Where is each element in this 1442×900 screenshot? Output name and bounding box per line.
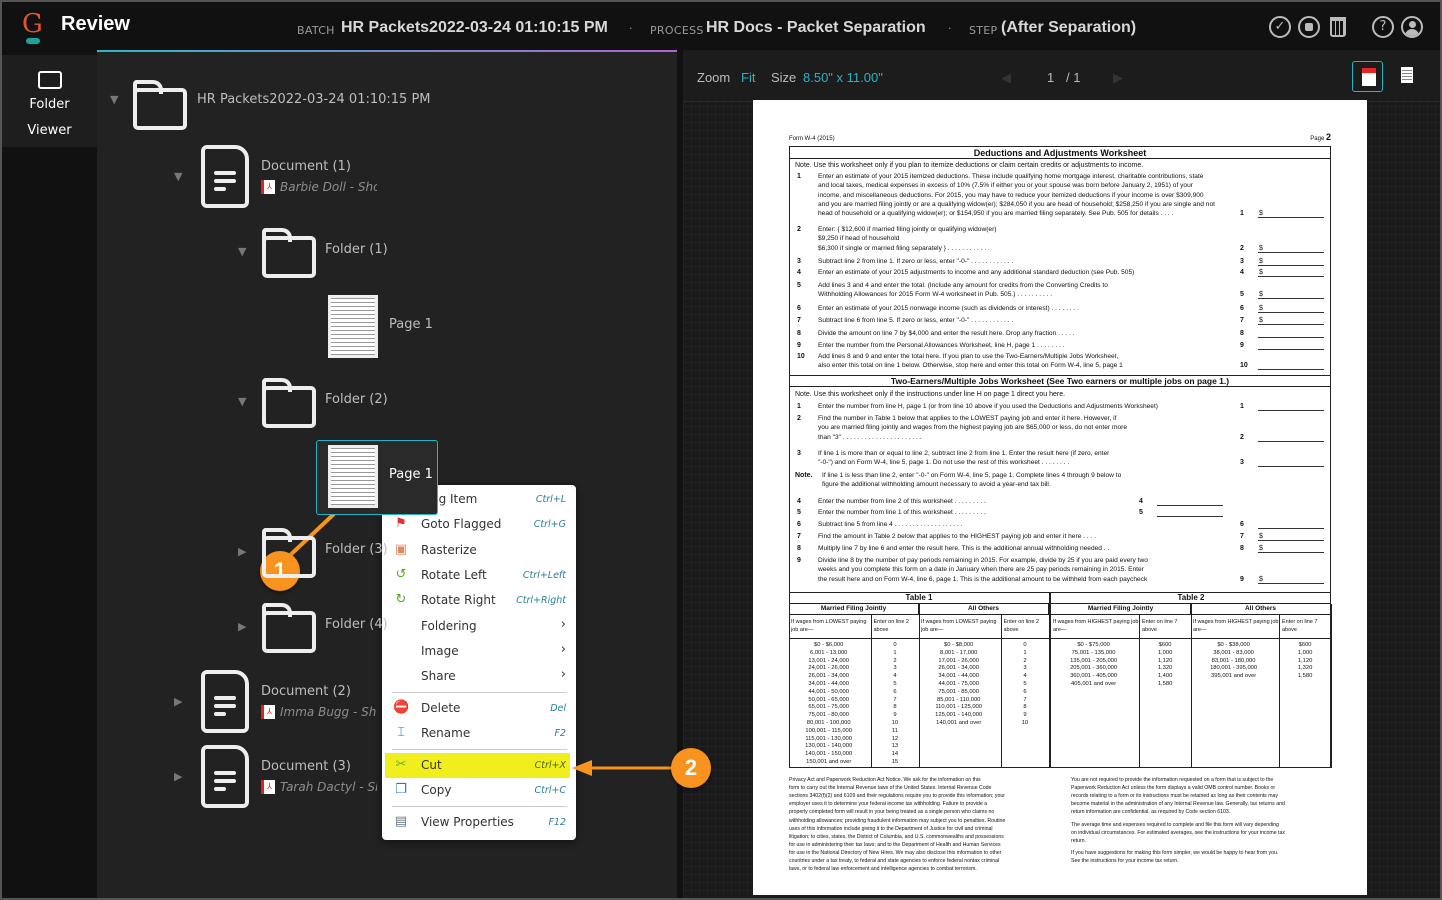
document-icon <box>201 745 249 808</box>
page-label[interactable]: Page 1 <box>389 467 433 482</box>
document-filename: Tarah Dactyl - Short.pdf <box>280 780 377 794</box>
folder-icon <box>262 603 316 653</box>
expand-arrow-open-icon[interactable]: ▼ <box>174 170 182 183</box>
expand-arrow-closed-icon[interactable]: ▶ <box>238 545 246 558</box>
folder-label[interactable]: Folder (3) <box>325 542 388 557</box>
expand-arrow-open-icon[interactable]: ▼ <box>238 395 246 408</box>
expand-arrow-open-icon[interactable]: ▼ <box>238 245 246 258</box>
page-thumbnail[interactable] <box>328 295 378 358</box>
document-icon <box>201 145 249 208</box>
pdf-file-icon: ⅄ <box>261 705 275 719</box>
folder-label[interactable]: Folder (1) <box>325 242 388 257</box>
pdf-file-icon: ⅄ <box>261 180 275 194</box>
expand-arrow-closed-icon[interactable]: ▶ <box>238 620 246 633</box>
folder-icon <box>133 80 187 130</box>
expand-arrow-open-icon[interactable]: ▼ <box>110 93 118 106</box>
folder-icon <box>262 228 316 278</box>
expand-arrow-closed-icon[interactable]: ▶ <box>174 695 182 708</box>
document-label[interactable]: Document (2) <box>261 684 351 699</box>
document-label[interactable]: Document (1) <box>261 159 351 174</box>
expand-arrow-closed-icon[interactable]: ▶ <box>174 770 182 783</box>
document-filename: Barbie Doll - Short.pdf <box>280 180 377 194</box>
document-label[interactable]: Document (3) <box>261 759 351 774</box>
step-badge-2: 2 <box>671 748 711 788</box>
folder-label[interactable]: Folder (2) <box>325 392 388 407</box>
folder-icon <box>262 378 316 428</box>
document-filename: Imma Bugg - Short.pdf <box>280 705 377 719</box>
folder-icon <box>262 528 316 578</box>
page-label[interactable]: Page 1 <box>389 317 433 332</box>
tree-root-label[interactable]: HR Packets2022-03-24 01:10:15 PM <box>197 92 431 107</box>
folder-label[interactable]: Folder (4) <box>325 617 388 632</box>
document-icon <box>201 670 249 733</box>
annotation-arrowhead-2 <box>572 760 592 776</box>
page-thumbnail[interactable] <box>328 445 378 508</box>
pdf-file-icon: ⅄ <box>261 780 275 794</box>
